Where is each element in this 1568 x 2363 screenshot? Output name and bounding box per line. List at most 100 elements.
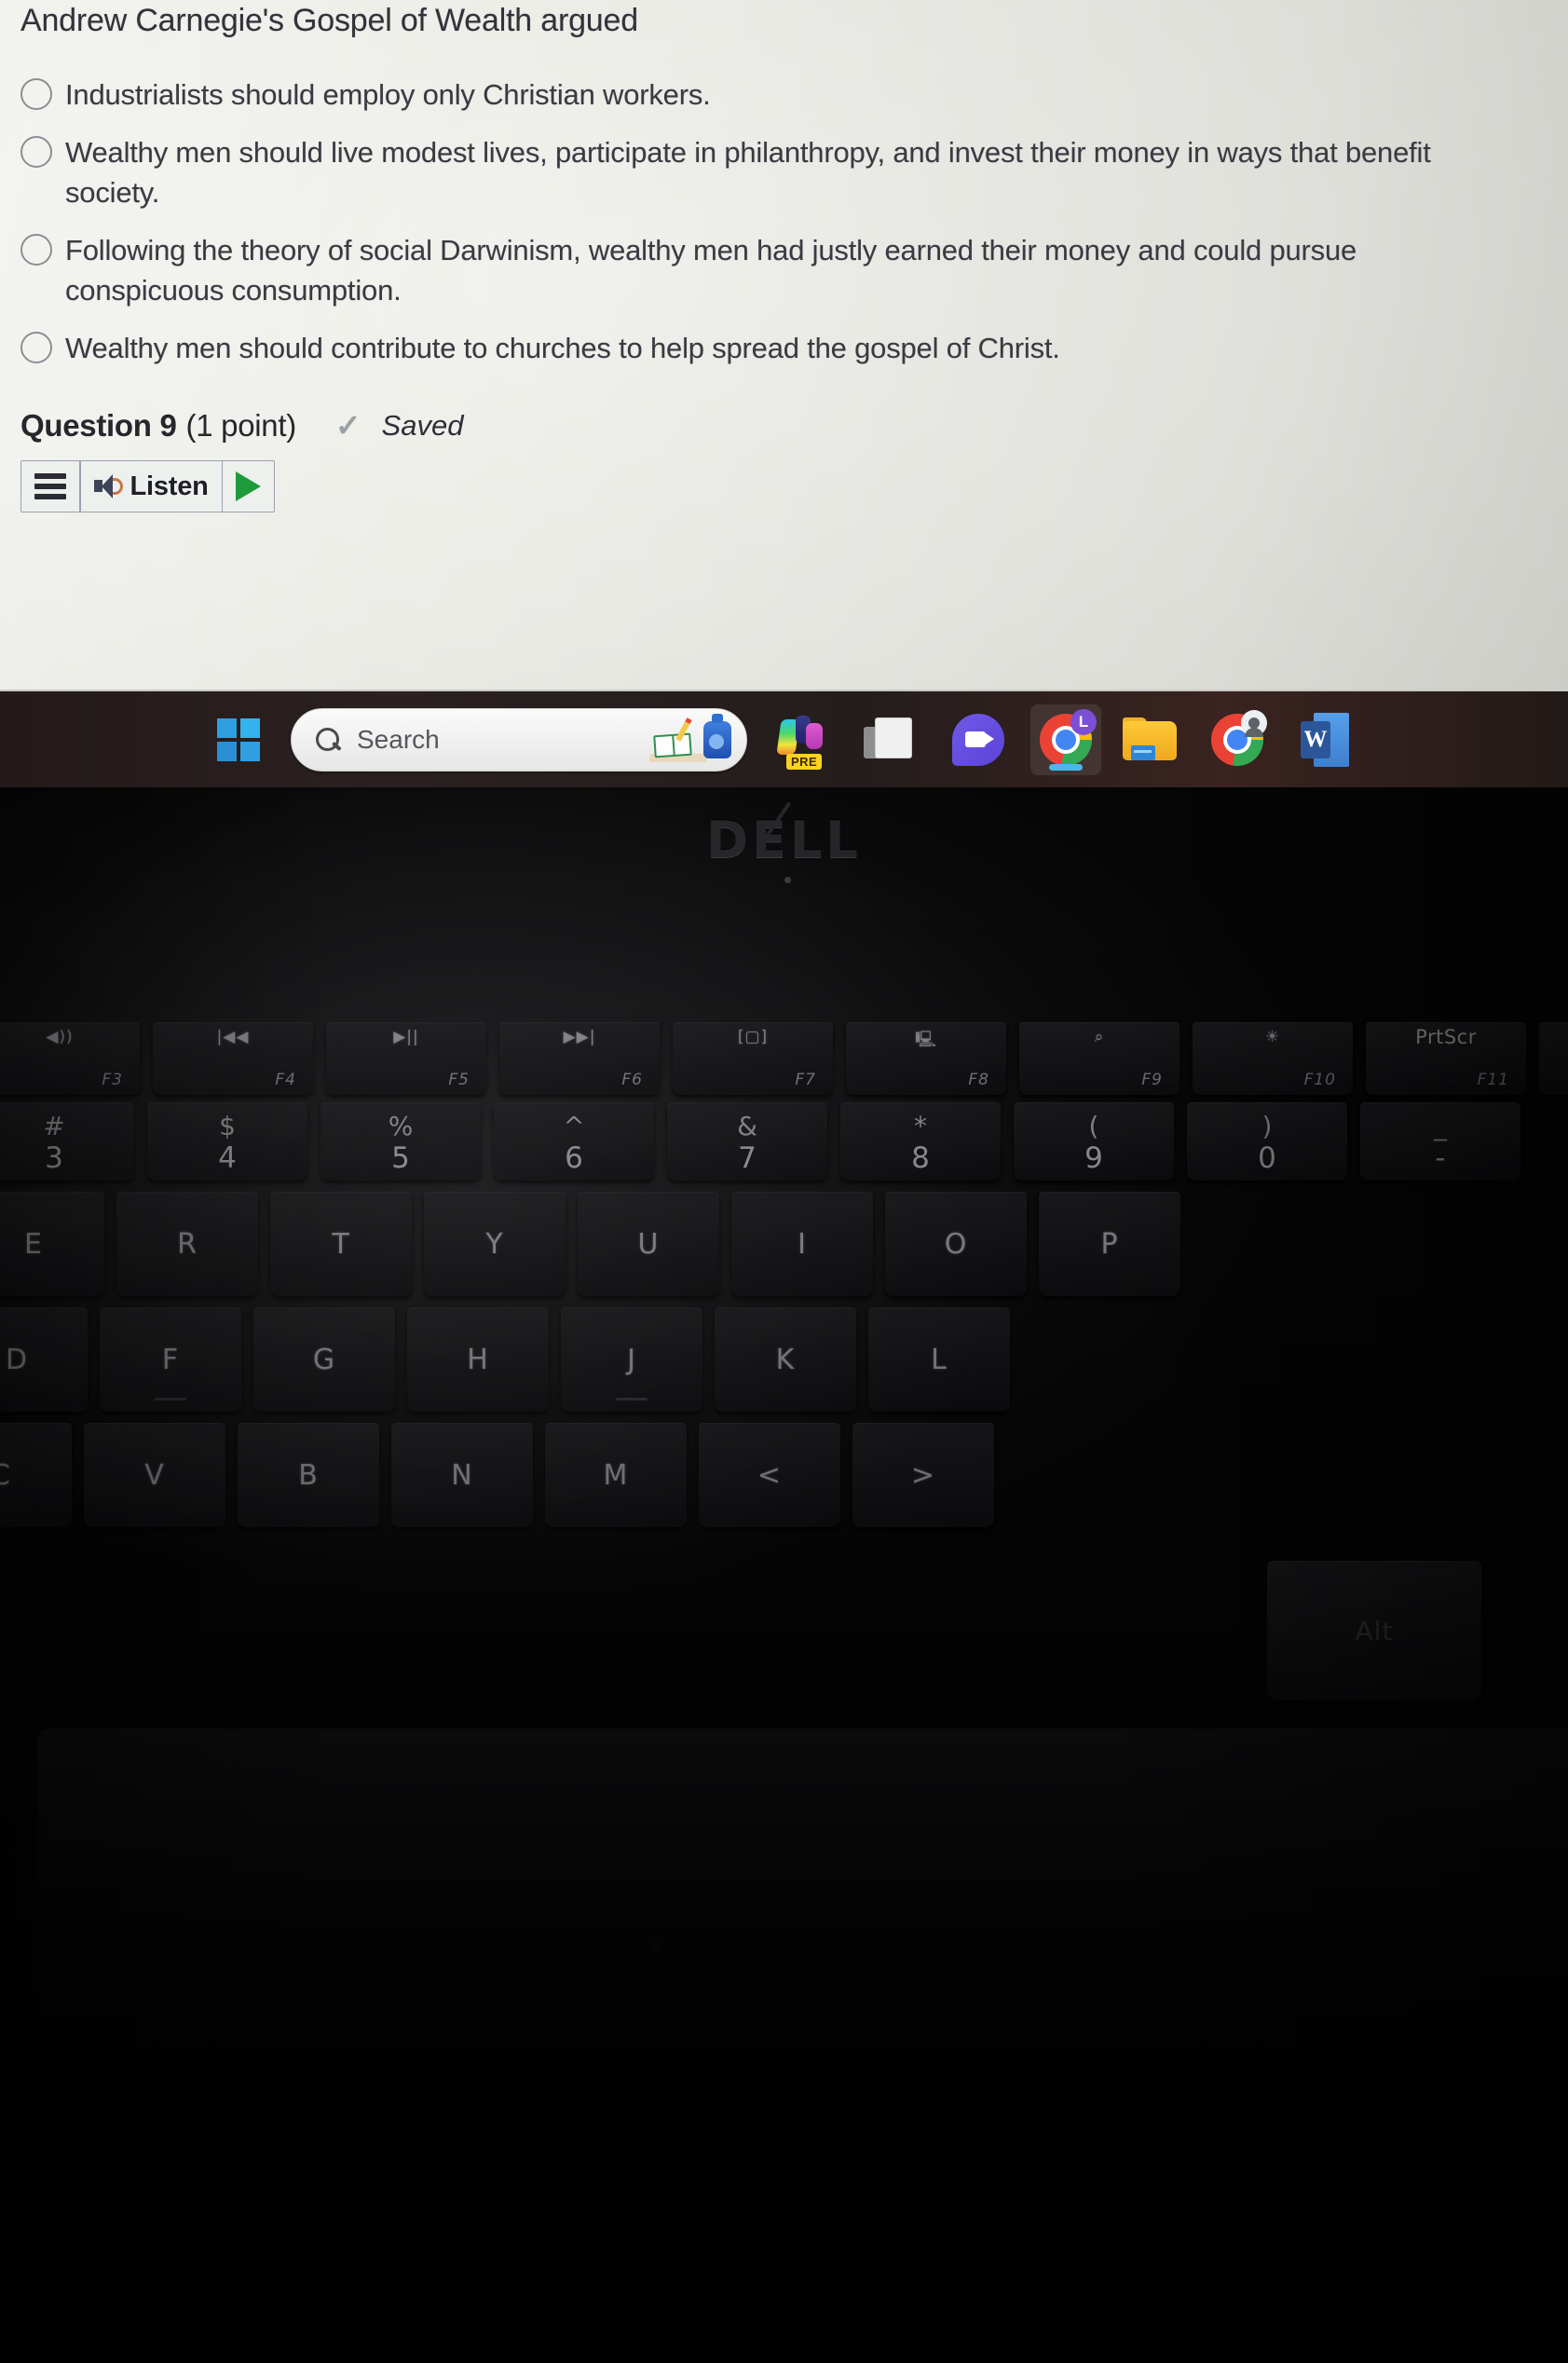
listen-menu-button[interactable] — [21, 461, 79, 512]
key-f10[interactable]: ☀ F10 — [1193, 1022, 1353, 1095]
key-p[interactable]: P — [1039, 1192, 1180, 1296]
key-j-label: J — [627, 1343, 636, 1376]
key-6[interactable]: ^ 6 — [494, 1102, 654, 1181]
key-f5[interactable]: ▶|| F5 — [326, 1022, 486, 1095]
keyboard-letter-row-bottom: C V B N M < > — [0, 1423, 994, 1527]
key-f8[interactable]: 🖳 F8 — [846, 1022, 1006, 1095]
key-t[interactable]: T — [270, 1192, 412, 1296]
answer-option-c[interactable]: Following the theory of social Darwinism… — [20, 230, 1548, 310]
key-f[interactable]: F — [100, 1307, 241, 1412]
key-7-label: 7 — [738, 1141, 757, 1175]
radio-button-a[interactable] — [20, 78, 52, 110]
key-m-label: M — [603, 1458, 629, 1492]
key-alt-label: Alt — [1355, 1615, 1394, 1646]
chrome-account-badge — [1241, 709, 1267, 737]
play-pause-icon: ▶|| — [393, 1028, 419, 1046]
keyboard-function-row: ◀)) F3 |◀◀ F4 ▶|| F5 ▶▶| F6 [▢] F7 🖳 F8 … — [0, 1022, 1568, 1095]
taskbar-item-copilot[interactable]: PRE — [768, 704, 839, 775]
key-c-label: C — [0, 1458, 11, 1492]
key-8[interactable]: * 8 — [840, 1102, 1001, 1181]
key-4[interactable]: $ 4 — [147, 1102, 307, 1181]
key-h-label: H — [467, 1343, 489, 1376]
laptop-keyboard: ◀)) F3 |◀◀ F4 ▶|| F5 ▶▶| F6 [▢] F7 🖳 F8 … — [0, 787, 1568, 2363]
search-placeholder: Search — [357, 724, 440, 754]
start-button[interactable] — [203, 704, 274, 775]
key-f9-label: F9 — [1141, 1071, 1163, 1089]
answer-option-a-label: Industrialists should employ only Christ… — [65, 78, 711, 111]
key-9-shift: ( — [1088, 1111, 1099, 1141]
key-alt[interactable]: Alt — [1267, 1561, 1481, 1701]
taskbar-item-chrome-active[interactable]: L — [1030, 703, 1101, 775]
radio-button-c[interactable] — [20, 234, 52, 266]
key-f12[interactable]: Insert F12 — [1539, 1022, 1568, 1095]
screenshot-root: Andrew Carnegie's Gospel of Wealth argue… — [0, 0, 1568, 2363]
key-i[interactable]: I — [731, 1192, 873, 1296]
listen-button[interactable]: Listen — [81, 461, 222, 512]
key-o[interactable]: O — [885, 1192, 1027, 1296]
key-f6[interactable]: ▶▶| F6 — [499, 1022, 660, 1095]
key-comma[interactable]: < — [699, 1423, 840, 1527]
radio-button-b[interactable] — [20, 136, 52, 168]
microsoft-word-icon: W — [1301, 712, 1349, 767]
key-f9[interactable]: ⌕ F9 — [1019, 1022, 1179, 1095]
laptop-screen: Andrew Carnegie's Gospel of Wealth argue… — [0, 0, 1568, 690]
speaker-icon — [93, 474, 123, 499]
key-f3[interactable]: ◀)) F3 — [0, 1022, 140, 1095]
key-i-label: I — [798, 1227, 807, 1261]
key-f4[interactable]: |◀◀ F4 — [153, 1022, 313, 1095]
key-4-shift: $ — [219, 1111, 236, 1141]
taskbar-item-video-chat[interactable] — [943, 704, 1014, 775]
key-4-label: 4 — [218, 1141, 237, 1175]
chrome-profile-badge: L — [1070, 708, 1097, 735]
key-f11[interactable]: PrtScr F11 — [1366, 1022, 1526, 1095]
key-r[interactable]: R — [116, 1192, 258, 1296]
keyboard-letter-row-home: D F G H J K L — [0, 1307, 1010, 1412]
answer-option-b[interactable]: Wealthy men should live modest lives, pa… — [20, 132, 1548, 212]
taskbar-item-file-explorer[interactable] — [1114, 704, 1185, 775]
key-h[interactable]: H — [407, 1307, 549, 1412]
key-5[interactable]: % 5 — [320, 1102, 481, 1181]
key-f5-label: F5 — [448, 1071, 470, 1089]
touchpad-area[interactable] — [652, 1943, 661, 1952]
key-k[interactable]: K — [715, 1307, 856, 1412]
key-0[interactable]: ) 0 — [1187, 1102, 1347, 1181]
taskbar-item-task-view[interactable] — [855, 704, 926, 775]
key-n[interactable]: N — [391, 1423, 533, 1527]
taskbar-item-word[interactable]: W — [1289, 704, 1360, 775]
key-9[interactable]: ( 9 — [1014, 1102, 1174, 1181]
search-icon — [314, 726, 342, 754]
key-f7[interactable]: [▢] F7 — [673, 1022, 833, 1095]
radio-button-d[interactable] — [20, 332, 52, 363]
key-l[interactable]: L — [868, 1307, 1010, 1412]
key-c[interactable]: C — [0, 1423, 72, 1527]
key-minus[interactable]: _ - — [1360, 1102, 1520, 1181]
answer-options: Industrialists should employ only Christ… — [20, 75, 1548, 368]
key-minus-shift: _ — [1434, 1111, 1447, 1141]
key-d[interactable]: D — [0, 1307, 88, 1412]
key-v[interactable]: V — [84, 1423, 225, 1527]
key-3[interactable]: # 3 — [0, 1102, 134, 1181]
taskbar-items: Search PRE L W — [0, 703, 1360, 775]
next-track-icon: ▶▶| — [563, 1028, 596, 1046]
key-7[interactable]: & 7 — [667, 1102, 827, 1181]
play-button[interactable] — [223, 461, 274, 512]
key-comma-label: < — [757, 1458, 783, 1492]
key-period[interactable]: > — [852, 1423, 994, 1527]
key-m[interactable]: M — [545, 1423, 687, 1527]
key-j[interactable]: J — [561, 1307, 702, 1412]
answer-option-d-label: Wealthy men should contribute to churche… — [65, 332, 1060, 364]
answer-option-d[interactable]: Wealthy men should contribute to churche… — [20, 328, 1548, 368]
question-header: Question 9 (1 point) ✓ Saved — [20, 407, 1548, 444]
key-e[interactable]: E — [0, 1192, 104, 1296]
key-b[interactable]: B — [238, 1423, 379, 1527]
answer-option-a[interactable]: Industrialists should employ only Christ… — [20, 75, 1548, 115]
search-input[interactable]: Search — [291, 707, 747, 772]
taskbar-item-chrome-profile[interactable] — [1202, 704, 1273, 775]
search-illustration-icon — [649, 713, 735, 764]
question-points: (1 point) — [185, 407, 297, 443]
key-g[interactable]: G — [253, 1307, 395, 1412]
key-period-label: > — [910, 1458, 936, 1492]
key-u[interactable]: U — [578, 1192, 719, 1296]
search-key-icon: ⌕ — [1094, 1028, 1105, 1046]
key-y[interactable]: Y — [424, 1192, 566, 1296]
